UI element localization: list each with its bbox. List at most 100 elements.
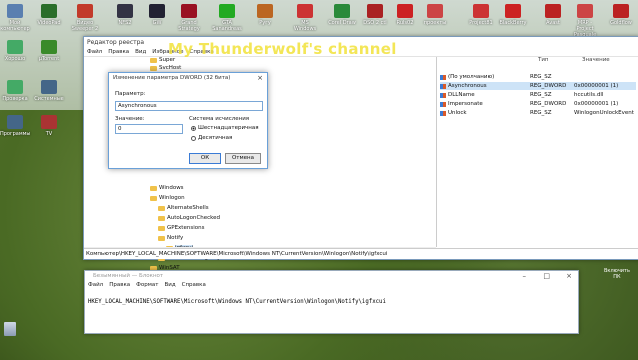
np-menu-help[interactable]: Справка <box>182 282 206 288</box>
menu-edit[interactable]: Правка <box>108 49 129 55</box>
tree-node[interactable]: GPExtensions <box>158 225 204 231</box>
np-menu-file[interactable]: Файл <box>88 282 103 288</box>
menu-file[interactable]: Файл <box>87 49 102 55</box>
app-icon <box>257 4 273 18</box>
dialog-title: Изменение параметра DWORD (32 бита) <box>113 75 231 81</box>
tree-node[interactable]: Windows <box>150 185 184 191</box>
desktop-icon[interactable]: NFS2 <box>110 4 140 34</box>
value-input[interactable]: 0 <box>115 124 183 134</box>
registry-value-icon <box>440 92 446 98</box>
column-value[interactable]: Значение <box>582 57 610 63</box>
desktop-icon[interactable]: Хорошо <box>0 40 30 70</box>
tray-line2: ПК <box>613 274 621 280</box>
cancel-button[interactable]: Отмена <box>225 153 261 164</box>
app-icon <box>545 4 561 18</box>
desktop-icon[interactable]: Goldflow <box>606 4 636 34</box>
desktop-icon[interactable]: Системные <box>34 80 64 110</box>
notepad-titlebar[interactable]: Безымянный — Блокнот <box>85 271 578 280</box>
maximize-icon[interactable]: □ <box>543 272 550 280</box>
registry-value-row[interactable]: (По умолчанию) REG_SZ <box>440 73 636 81</box>
app-icon <box>613 4 629 18</box>
desktop-icon-label: Видео Sweeper 2 <box>71 20 99 32</box>
desktop-icon[interactable]: Мой компьютер <box>0 4 30 34</box>
value-name: Unlock <box>448 110 467 116</box>
value-name: DLLName <box>448 92 475 98</box>
desktop-icon[interactable]: Видео Sweeper 2 <box>70 4 100 34</box>
dec-radio[interactable]: Десятичная <box>191 135 232 141</box>
app-icon <box>219 4 235 18</box>
app-icon <box>577 4 593 18</box>
tree-node[interactable]: AlternateShells <box>158 205 209 211</box>
registry-value-row[interactable]: Unlock REG_SZ WinlogonUnlockEvent <box>440 109 636 117</box>
values-pane: Тип Значение (По умолчанию) REG_SZ Asynchr… <box>438 57 638 247</box>
desktop-icon[interactable]: Corel Draw <box>327 4 357 34</box>
value-type: REG_SZ <box>530 92 552 98</box>
app-icon <box>297 4 313 18</box>
tree-node-label: AlternateShells <box>167 205 209 211</box>
desktop-icon[interactable]: TV <box>34 115 64 145</box>
desktop-icon[interactable]: BlackBerry <box>498 4 528 34</box>
column-type[interactable]: Тип <box>538 57 549 63</box>
desktop-icon[interactable]: GTA Sanandreas <box>212 4 242 34</box>
desktop-icon[interactable]: Ругу <box>250 4 280 34</box>
notepad-title: Безымянный — Блокнот <box>93 272 164 279</box>
tree-node[interactable]: AutoLogonChecked <box>158 215 220 221</box>
np-menu-edit[interactable]: Правка <box>109 282 130 288</box>
tree-node[interactable]: SvcHost <box>150 65 181 71</box>
desktop-icon-label: Программы <box>0 131 31 137</box>
desktop-icon-label: Проверка <box>2 96 28 102</box>
desktop-icon[interactable]: MS Windows <box>290 4 320 34</box>
desktop-icon[interactable]: GW <box>142 4 172 34</box>
app-icon <box>77 4 93 18</box>
minimize-icon[interactable]: – <box>523 272 527 280</box>
registry-value-row[interactable]: Impersonate REG_DWORD 0x00000001 (1) <box>440 100 636 108</box>
param-name-field[interactable]: Asynchronous <box>115 101 263 111</box>
desktop-icon[interactable]: Grand Strategy <box>174 4 204 34</box>
desktop-icon[interactable]: DSO 2 ctl <box>360 4 390 34</box>
registry-value-row[interactable]: DLLName REG_SZ hccutils.dll <box>440 91 636 99</box>
value-data: 0x00000001 (1) <box>574 83 619 89</box>
desktop-icon[interactable]: Программы <box>0 115 30 145</box>
hex-radio[interactable]: Шестнадцатеричная <box>191 125 259 131</box>
recycle-bin-icon[interactable] <box>4 322 16 336</box>
desktop-icon-label: Ругу <box>259 20 271 26</box>
desktop-icon[interactable]: Avast <box>538 4 568 34</box>
folder-icon <box>158 235 165 241</box>
registry-value-row[interactable]: Asynchronous REG_DWORD 0x00000001 (1) <box>440 82 636 90</box>
app-icon <box>181 4 197 18</box>
folder-icon <box>158 225 165 231</box>
desktop-icon[interactable]: VideoPad <box>34 4 64 34</box>
folder-icon <box>150 195 157 201</box>
close-icon[interactable]: × <box>257 74 263 82</box>
desktop-icon[interactable]: проекты <box>420 4 450 34</box>
folder-icon <box>150 57 157 63</box>
hex-label: Шестнадцатеричная <box>198 125 259 131</box>
tray-notice[interactable]: Включить ПК <box>604 268 630 280</box>
desktop-icon[interactable]: Проверка <box>0 80 30 110</box>
notepad-text-area[interactable]: HKEY_LOCAL_MACHINE\SOFTWARE\Microsoft\Wi… <box>88 299 386 305</box>
close-icon[interactable]: × <box>566 272 572 280</box>
menu-view[interactable]: Вид <box>135 49 146 55</box>
app-icon <box>41 4 57 18</box>
registry-value-icon <box>440 101 446 107</box>
desktop-icon[interactable]: Project81 <box>466 4 496 34</box>
app-icon <box>367 4 383 18</box>
app-icon <box>7 115 23 129</box>
desktop-icon-label: Avast <box>546 20 560 26</box>
value-name-cell: Impersonate <box>440 101 530 107</box>
edit-dword-dialog[interactable]: Изменение параметра DWORD (32 бита) × Па… <box>108 72 268 169</box>
tree-node[interactable]: Notify <box>158 235 183 241</box>
ok-button[interactable]: ОК <box>189 153 221 164</box>
desktop-icon[interactable]: MRP - Project Pasquale <box>570 4 600 38</box>
np-menu-format[interactable]: Формат <box>136 282 158 288</box>
app-icon <box>117 4 133 18</box>
desktop-icon-label: NFS2 <box>118 20 132 26</box>
desktop-icon[interactable]: µTorrent <box>34 40 64 70</box>
tree-node-label: Winlogon <box>159 195 185 201</box>
desktop-icon[interactable]: Ruls02 <box>390 4 420 34</box>
np-menu-view[interactable]: Вид <box>164 282 175 288</box>
registry-value-icon <box>440 83 446 89</box>
value-name-cell: Unlock <box>440 110 530 116</box>
tree-node[interactable]: Winlogon <box>150 195 185 201</box>
notepad-window[interactable]: Безымянный — Блокнот – □ × Файл Правка Ф… <box>84 270 579 334</box>
